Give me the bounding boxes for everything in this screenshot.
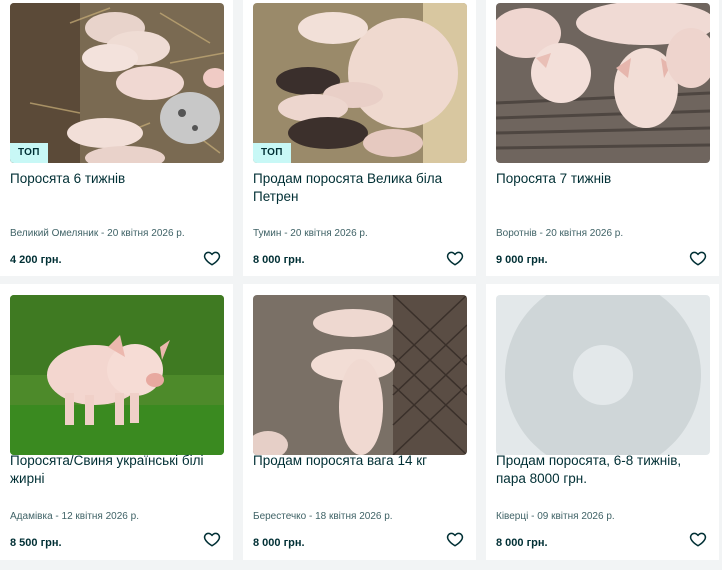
listing-location-date: Воротнів - 20 квітня 2026 р. (496, 228, 624, 239)
listing-title[interactable]: Поросята/Свиня українські білі жирні (10, 452, 222, 488)
listing-location-date: Великий Омеляник - 20 квітня 2026 р. (10, 228, 185, 239)
listing-photo[interactable] (496, 295, 710, 455)
listing-title[interactable]: Поросята 6 тижнів (10, 170, 222, 188)
listing-card[interactable]: Продам поросята, 6-8 тижнів, пара 8000 г… (486, 284, 719, 560)
top-badge: ТОП (253, 143, 291, 163)
listing-title[interactable]: Продам поросята, 6-8 тижнів, пара 8000 г… (496, 452, 708, 488)
listing-price: 8 000 грн. (253, 254, 305, 266)
listing-price: 4 200 грн. (10, 254, 62, 266)
listing-card[interactable]: ТОП Продам поросята Велика біла Петрен Т… (243, 0, 476, 276)
listing-photo[interactable] (10, 295, 224, 455)
heart-outline-icon[interactable] (689, 249, 707, 267)
listing-card[interactable]: Поросята/Свиня українські білі жирні Ада… (0, 284, 233, 560)
heart-outline-icon[interactable] (689, 530, 707, 548)
listing-location-date: Ківерці - 09 квітня 2026 р. (496, 511, 615, 522)
listing-photo[interactable]: ТОП (10, 3, 224, 163)
heart-outline-icon[interactable] (203, 530, 221, 548)
listing-photo[interactable]: ТОП (253, 3, 467, 163)
image-placeholder-icon (496, 295, 710, 455)
listing-price: 9 000 грн. (496, 254, 548, 266)
listing-price: 8 000 грн. (253, 537, 305, 549)
top-badge: ТОП (10, 143, 48, 163)
pigs-on-slatted-floor-image (496, 3, 710, 163)
piglets-in-straw-image (10, 3, 224, 163)
listing-grid: ТОП Поросята 6 тижнів Великий Омеляник -… (0, 0, 722, 570)
listing-card[interactable]: ТОП Поросята 6 тижнів Великий Омеляник -… (0, 0, 233, 276)
listing-photo[interactable] (496, 3, 710, 163)
listing-title[interactable]: Поросята 7 тижнів (496, 170, 708, 188)
listing-location-date: Адамівка - 12 квітня 2026 р. (10, 511, 139, 522)
listing-title[interactable]: Продам поросята Велика біла Петрен (253, 170, 465, 206)
listing-card[interactable]: Поросята 7 тижнів Воротнів - 20 квітня 2… (486, 0, 719, 276)
heart-outline-icon[interactable] (203, 249, 221, 267)
heart-outline-icon[interactable] (446, 249, 464, 267)
listing-location-date: Берестечко - 18 квітня 2026 р. (253, 511, 393, 522)
listing-photo[interactable] (253, 295, 467, 455)
piglets-in-pen-image (253, 295, 467, 455)
listing-title[interactable]: Продам поросята вага 14 кг (253, 452, 465, 470)
listing-card[interactable]: Продам поросята вага 14 кг Берестечко - … (243, 284, 476, 560)
listing-price: 8 500 грн. (10, 537, 62, 549)
heart-outline-icon[interactable] (446, 530, 464, 548)
piglet-on-grass-image (10, 295, 224, 455)
listing-location-date: Тумин - 20 квітня 2026 р. (253, 228, 368, 239)
listing-price: 8 000 грн. (496, 537, 548, 549)
sow-with-piglets-image (253, 3, 467, 163)
